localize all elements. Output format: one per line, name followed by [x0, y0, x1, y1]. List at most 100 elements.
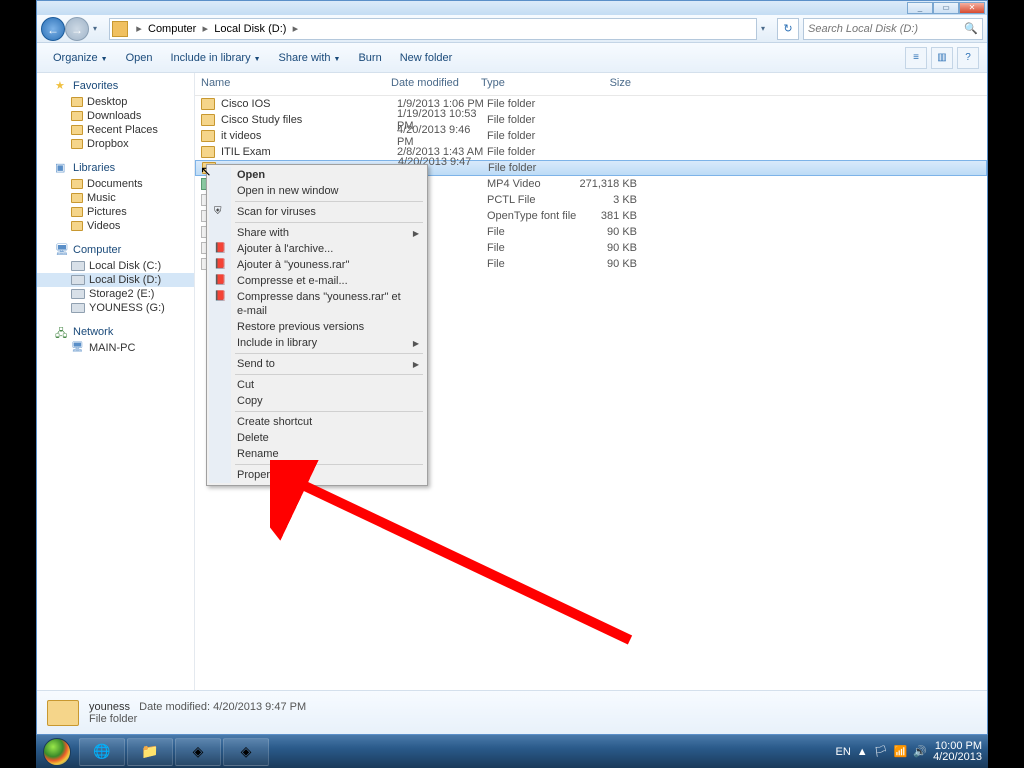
taskbar-explorer[interactable]: 📁 [127, 738, 173, 766]
chevron-right-icon: ▶ [413, 358, 419, 372]
breadcrumb-dropdown[interactable]: ▾ [761, 19, 773, 39]
sidebar-item-downloads[interactable]: Downloads [37, 109, 194, 123]
tray-network-icon[interactable]: 📶 [894, 745, 908, 758]
breadcrumb-computer[interactable]: Computer [146, 23, 198, 35]
col-date[interactable]: Date modified [391, 77, 481, 89]
tray-expand-icon[interactable]: ▲ [857, 746, 868, 758]
breadcrumb-drive[interactable]: Local Disk (D:) [212, 23, 288, 35]
open-button[interactable]: Open [118, 48, 161, 68]
chevron-right-icon: ▶ [413, 227, 419, 241]
sidebar-item-drive-g[interactable]: YOUNESS (G:) [37, 301, 194, 315]
separator [235, 353, 423, 354]
cm-include-library[interactable]: Include in library▶ [209, 335, 425, 351]
sidebar-item-drive-e[interactable]: Storage2 (E:) [37, 287, 194, 301]
folder-icon [71, 193, 83, 203]
back-button[interactable]: ← [41, 17, 65, 41]
tray-lang[interactable]: EN [836, 746, 851, 758]
cm-compress-email[interactable]: 📕Compresse et e-mail... [209, 273, 425, 289]
cm-add-archive[interactable]: 📕Ajouter à l'archive... [209, 241, 425, 257]
help-button[interactable]: ? [957, 47, 979, 69]
folder-icon [47, 700, 79, 726]
sidebar-computer[interactable]: 🖥Computer [37, 241, 194, 259]
archive-icon: 📕 [214, 290, 228, 304]
navbar: ← → ▾ ▸ Computer ▸ Local Disk (D:) ▸ ▾ ↻… [37, 15, 987, 43]
col-type[interactable]: Type [481, 77, 571, 89]
sidebar-favorites[interactable]: ★Favorites [37, 77, 194, 95]
sidebar-item-pictures[interactable]: Pictures [37, 205, 194, 219]
folder-icon [201, 114, 215, 126]
cm-properties[interactable]: Properties [209, 467, 425, 483]
new-folder-button[interactable]: New folder [392, 48, 461, 68]
chevron-right-icon[interactable]: ▸ [288, 22, 302, 35]
sidebar-item-mainpc[interactable]: 🖥MAIN-PC [37, 341, 194, 355]
sidebar-item-videos[interactable]: Videos [37, 219, 194, 233]
sidebar-item-recent[interactable]: Recent Places [37, 123, 194, 137]
search-input[interactable] [808, 23, 964, 35]
file-type: File [487, 258, 577, 270]
computer-icon: 🖥 [55, 243, 69, 257]
drive-icon [71, 289, 85, 299]
cm-send-to[interactable]: Send to▶ [209, 356, 425, 372]
cm-scan-viruses[interactable]: ⛨Scan for viruses [209, 204, 425, 220]
cm-rename[interactable]: Rename [209, 446, 425, 462]
drive-icon [71, 303, 85, 313]
cm-compress-rar-email[interactable]: 📕Compresse dans "youness.rar" et e-mail [209, 289, 425, 319]
file-row[interactable]: it videos4/20/2013 9:46 PMFile folder [195, 128, 987, 144]
sidebar-item-desktop[interactable]: Desktop [37, 95, 194, 109]
sidebar-item-documents[interactable]: Documents [37, 177, 194, 191]
cm-add-rar[interactable]: 📕Ajouter à "youness.rar" [209, 257, 425, 273]
burn-button[interactable]: Burn [350, 48, 389, 68]
chevron-right-icon[interactable]: ▸ [198, 22, 212, 35]
folder-icon [71, 139, 83, 149]
share-with-button[interactable]: Share with▼ [271, 48, 349, 68]
forward-button[interactable]: → [65, 17, 89, 41]
taskbar-ie[interactable]: 🌐 [79, 738, 125, 766]
cm-open[interactable]: Open [209, 167, 425, 183]
history-dropdown[interactable]: ▾ [93, 19, 105, 39]
taskbar: 🌐 📁 ◈ ◈ EN ▲ 🏳 📶 🔊 10:00 PM 4/20/2013 [36, 735, 988, 768]
sidebar-network[interactable]: 🖧Network [37, 323, 194, 341]
cm-create-shortcut[interactable]: Create shortcut [209, 414, 425, 430]
col-size[interactable]: Size [571, 77, 631, 89]
search-box[interactable]: 🔍 [803, 18, 983, 40]
close-button[interactable]: ✕ [959, 2, 985, 14]
minimize-button[interactable]: _ [907, 2, 933, 14]
file-row[interactable]: Cisco Study files1/19/2013 10:53 PMFile … [195, 112, 987, 128]
chevron-right-icon: ▶ [413, 337, 419, 351]
file-size: 381 KB [577, 210, 637, 222]
taskbar-app[interactable]: ◈ [175, 738, 221, 766]
tray-clock[interactable]: 10:00 PM 4/20/2013 [933, 741, 982, 763]
sidebar-item-music[interactable]: Music [37, 191, 194, 205]
preview-pane-button[interactable]: ▥ [931, 47, 953, 69]
sidebar-item-drive-d[interactable]: Local Disk (D:) [37, 273, 194, 287]
breadcrumb[interactable]: ▸ Computer ▸ Local Disk (D:) ▸ [109, 18, 757, 40]
file-type: PCTL File [487, 194, 577, 206]
view-button[interactable]: ≡ [905, 47, 927, 69]
taskbar-app[interactable]: ◈ [223, 738, 269, 766]
cm-restore-versions[interactable]: Restore previous versions [209, 319, 425, 335]
sidebar-libraries[interactable]: ▣Libraries [37, 159, 194, 177]
cm-open-new-window[interactable]: Open in new window [209, 183, 425, 199]
tray-action-center-icon[interactable]: 🏳 [874, 745, 888, 758]
network-icon: 🖧 [55, 325, 69, 339]
maximize-button[interactable]: ▭ [933, 2, 959, 14]
cm-cut[interactable]: Cut [209, 377, 425, 393]
include-library-button[interactable]: Include in library▼ [163, 48, 269, 68]
organize-button[interactable]: Organize▼ [45, 48, 116, 68]
cm-share-with[interactable]: Share with▶ [209, 225, 425, 241]
content: ★Favorites Desktop Downloads Recent Plac… [37, 73, 987, 690]
refresh-button[interactable]: ↻ [777, 18, 799, 40]
file-size: 3 KB [577, 194, 637, 206]
col-name[interactable]: Name [195, 77, 391, 89]
file-row[interactable]: ITIL Exam2/8/2013 1:43 AMFile folder [195, 144, 987, 160]
start-button[interactable] [36, 735, 78, 768]
tray-volume-icon[interactable]: 🔊 [913, 745, 927, 758]
sidebar-item-drive-c[interactable]: Local Disk (C:) [37, 259, 194, 273]
sidebar-item-dropbox[interactable]: Dropbox [37, 137, 194, 151]
cm-copy[interactable]: Copy [209, 393, 425, 409]
windows-orb-icon [43, 738, 71, 766]
file-row[interactable]: Cisco IOS1/9/2013 1:06 PMFile folder [195, 96, 987, 112]
search-icon[interactable]: 🔍 [964, 22, 978, 35]
chevron-right-icon[interactable]: ▸ [132, 22, 146, 35]
cm-delete[interactable]: Delete [209, 430, 425, 446]
